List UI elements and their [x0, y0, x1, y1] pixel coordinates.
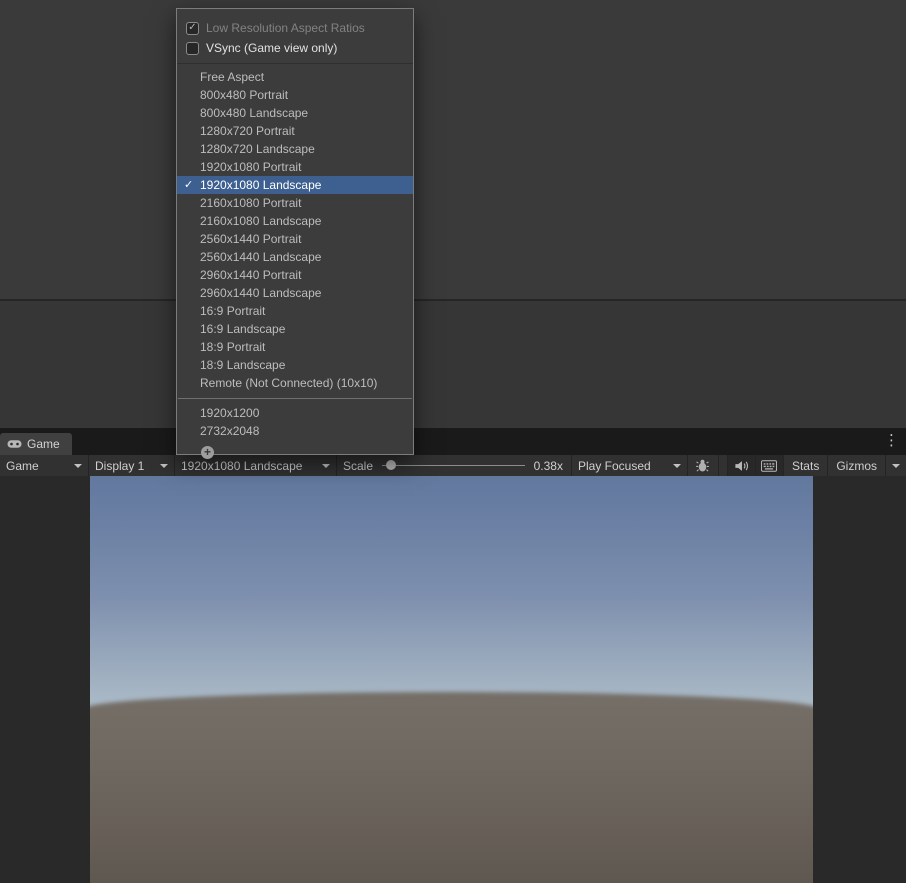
menu-item-label: 2560x1440 Landscape — [200, 250, 321, 264]
game-render-frame — [90, 476, 813, 883]
menu-item-label: Free Aspect — [200, 70, 264, 84]
menu-item[interactable]: 18:9 Portrait — [177, 338, 413, 356]
add-custom-resolution-row[interactable]: + — [177, 443, 413, 461]
chevron-down-icon — [673, 464, 681, 468]
menu-item-label: 2160x1080 Portrait — [200, 196, 301, 210]
toolbar-spacer — [719, 455, 728, 476]
menu-item[interactable]: 1280x720 Portrait — [177, 122, 413, 140]
menu-item-label: 16:9 Portrait — [200, 304, 265, 318]
menu-item[interactable]: 1280x720 Landscape — [177, 140, 413, 158]
menu-item-vsync[interactable]: VSync (Game view only) — [177, 38, 413, 58]
aspect-menu-custom-items: 1920x1200 2732x2048 — [177, 404, 413, 440]
kebab-menu-icon[interactable]: ⋮ — [884, 431, 899, 451]
gamepad-icon — [7, 439, 22, 449]
checkmark-icon: ✓ — [177, 176, 200, 194]
menu-item[interactable]: 2160x1080 Landscape — [177, 212, 413, 230]
menu-item-label: 16:9 Landscape — [200, 322, 285, 336]
mute-audio-button[interactable] — [728, 455, 756, 476]
menu-item-label: 1280x720 Portrait — [200, 124, 295, 138]
display-dropdown[interactable]: Display 1 — [89, 455, 175, 476]
menu-item-label: 2732x2048 — [200, 424, 259, 438]
menu-item[interactable]: 2560x1440 Portrait — [177, 230, 413, 248]
debug-bug-button[interactable] — [688, 455, 719, 476]
menu-item-label: 1920x1200 — [200, 406, 259, 420]
menu-item[interactable]: 2160x1080 Portrait — [177, 194, 413, 212]
stats-button-label: Stats — [792, 459, 819, 473]
chevron-down-icon — [892, 464, 900, 468]
menu-item[interactable]: 16:9 Portrait — [177, 302, 413, 320]
play-focused-dropdown[interactable]: Play Focused — [571, 455, 688, 476]
menu-item-label: 2560x1440 Portrait — [200, 232, 301, 246]
menu-item-label: 18:9 Portrait — [200, 340, 265, 354]
menu-item-label: 1920x1080 Landscape — [200, 178, 321, 192]
display-dropdown-label: Display 1 — [95, 459, 144, 473]
gizmos-button[interactable]: Gizmos — [828, 455, 886, 476]
menu-separator — [178, 398, 412, 399]
game-view-toolbar: Game Display 1 1920x1080 Landscape Scale… — [0, 455, 906, 476]
game-view-tab-bar: Game ⋮ — [0, 428, 906, 455]
tab-game-label: Game — [27, 437, 60, 451]
menu-item[interactable]: Free Aspect — [177, 68, 413, 86]
stats-button[interactable]: Stats — [784, 455, 828, 476]
gizmos-button-label: Gizmos — [836, 459, 877, 473]
menu-item[interactable]: 800x480 Portrait — [177, 86, 413, 104]
menu-item-label: Low Resolution Aspect Ratios — [206, 21, 365, 35]
chevron-down-icon — [160, 464, 168, 468]
aspect-menu-items: Free Aspect 800x480 Portrait 800x480 Lands… — [177, 68, 413, 392]
scale-slider-knob[interactable] — [386, 460, 396, 470]
menu-item-label: 2960x1440 Landscape — [200, 286, 321, 300]
speaker-icon — [734, 460, 749, 472]
game-mode-dropdown-label: Game — [6, 459, 39, 473]
chevron-down-icon — [322, 464, 330, 468]
menu-item[interactable]: 2732x2048 — [177, 422, 413, 440]
chevron-down-icon — [74, 464, 82, 468]
menu-item-label: Remote (Not Connected) (10x10) — [200, 376, 377, 390]
tab-game[interactable]: Game — [0, 433, 72, 455]
menu-item[interactable]: 2960x1440 Landscape — [177, 284, 413, 302]
menu-item[interactable]: 16:9 Landscape — [177, 320, 413, 338]
play-focused-dropdown-label: Play Focused — [578, 459, 651, 473]
menu-item[interactable]: Remote (Not Connected) (10x10) — [177, 374, 413, 392]
menu-item[interactable]: 1920x1200 — [177, 404, 413, 422]
menu-item[interactable]: 800x480 Landscape — [177, 104, 413, 122]
menu-item[interactable]: ✓1920x1080 Landscape — [177, 176, 413, 194]
menu-item-label: 2160x1080 Landscape — [200, 214, 321, 228]
checkbox-unchecked-icon[interactable] — [186, 42, 199, 55]
aspect-ratio-menu: ✓ Low Resolution Aspect Ratios VSync (Ga… — [176, 8, 414, 455]
game-mode-dropdown[interactable]: Game — [0, 455, 89, 476]
onscreen-keyboard-button[interactable] — [756, 455, 784, 476]
menu-item[interactable]: 2560x1440 Landscape — [177, 248, 413, 266]
menu-item-label: 2960x1440 Portrait — [200, 268, 301, 282]
aspect-menu-toggles: ✓ Low Resolution Aspect Ratios VSync (Ga… — [177, 9, 413, 58]
game-view-content-area — [0, 476, 906, 883]
editor-background-top — [0, 0, 906, 301]
menu-separator — [177, 63, 413, 64]
gizmos-dropdown-arrow[interactable] — [886, 455, 906, 476]
scale-slider-track — [382, 465, 525, 466]
menu-item-label: 1920x1080 Portrait — [200, 160, 301, 174]
menu-item-label: 800x480 Portrait — [200, 88, 288, 102]
plus-icon[interactable]: + — [201, 446, 214, 459]
scale-value: 0.38x — [534, 459, 565, 473]
menu-item-label: 800x480 Landscape — [200, 106, 308, 120]
terrain-ground — [90, 692, 813, 883]
keyboard-icon — [761, 460, 777, 472]
menu-item[interactable]: 18:9 Landscape — [177, 356, 413, 374]
menu-item-label: 1280x720 Landscape — [200, 142, 315, 156]
menu-item-label: VSync (Game view only) — [206, 41, 337, 55]
menu-item-low-resolution-aspect-ratios[interactable]: ✓ Low Resolution Aspect Ratios — [177, 18, 413, 38]
bug-icon — [695, 458, 710, 473]
menu-item[interactable]: 2960x1440 Portrait — [177, 266, 413, 284]
editor-background-middle — [0, 301, 906, 428]
menu-item[interactable]: 1920x1080 Portrait — [177, 158, 413, 176]
menu-item-label: 18:9 Landscape — [200, 358, 285, 372]
checkbox-checked-icon[interactable]: ✓ — [186, 22, 199, 35]
